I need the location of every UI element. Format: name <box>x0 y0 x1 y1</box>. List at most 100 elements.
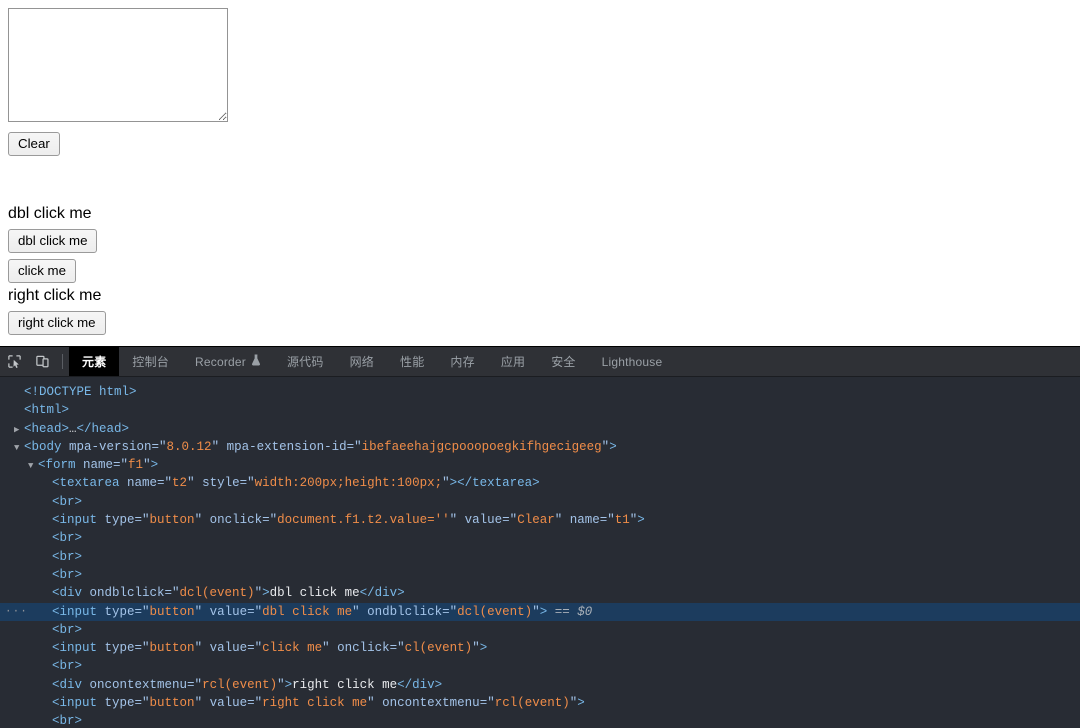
token-attr: value <box>202 696 248 711</box>
token-val: button <box>149 604 195 619</box>
dom-node-row[interactable]: ▶<br> <box>0 529 1080 547</box>
dom-node-content: ▼ <body mpa-version="8.0.12" mpa-extensio… <box>14 438 617 457</box>
clear-button[interactable]: Clear <box>8 132 60 156</box>
dom-node-row[interactable]: ▶<input type="button" value="right click… <box>0 694 1080 712</box>
token-tag: <head> <box>24 421 70 436</box>
node-badge-ellipsis[interactable]: ··· <box>5 605 28 619</box>
dom-node-row[interactable]: ▶<html> <box>0 401 1080 419</box>
token-val: dcl(event) <box>179 586 255 601</box>
chevron-down-icon[interactable]: ▼ <box>28 457 38 475</box>
token-val: ibefaeehajgcpooopoegkifhgecigeeg <box>361 439 602 454</box>
devtools-toolbar: 元素 控制台 Recorder 源代码 网络 性能 内存 应用 安全 Light… <box>0 347 1080 377</box>
token-punc: =" <box>502 513 518 528</box>
token-tag: <body <box>24 439 62 454</box>
dom-node-row[interactable]: ▶<br> <box>0 548 1080 566</box>
tab-memory[interactable]: 内存 <box>437 347 487 376</box>
token-tag: <form <box>38 458 76 473</box>
token-tag: <br> <box>52 659 83 674</box>
dom-node-row[interactable]: ▶<br> <box>0 566 1080 584</box>
token-punc: =" <box>247 641 263 656</box>
token-punc: =" <box>247 604 263 619</box>
dbl-click-me-button[interactable]: dbl click me <box>8 229 98 253</box>
dom-node-row[interactable]: ▶<!DOCTYPE html> <box>0 383 1080 401</box>
token-punc: =" <box>599 513 615 528</box>
dom-node-row[interactable]: ▶ <head>…</head> <box>0 420 1080 438</box>
tree-spacer: ▶ <box>42 585 52 603</box>
tab-recorder-label: Recorder <box>195 354 246 369</box>
dom-node-row[interactable]: ▶<br> <box>0 493 1080 511</box>
token-tag: <div <box>52 677 83 692</box>
dom-node-content: ▶<br> <box>42 529 82 548</box>
dom-node-row[interactable]: ▶<div ondblclick="dcl(event)">dbl click … <box>0 584 1080 602</box>
dom-tree[interactable]: ▶<!DOCTYPE html>▶<html>▶<head>…</head>▼<… <box>0 378 1080 728</box>
token-punc: =" <box>479 696 495 711</box>
token-tag: > <box>577 696 585 711</box>
token-punc: " <box>277 677 285 692</box>
tab-console[interactable]: 控制台 <box>119 347 182 376</box>
dom-node-row[interactable]: ▶<textarea name="t2" style="width:200px;… <box>0 474 1080 492</box>
dom-node-content: ▶<input type="button" value="click me" o… <box>42 639 487 658</box>
token-punc: =" <box>134 641 150 656</box>
token-val: document.f1.t2.value='' <box>277 513 450 528</box>
tab-performance[interactable]: 性能 <box>387 347 437 376</box>
tab-network[interactable]: 网络 <box>337 347 387 376</box>
dom-node-row[interactable]: ▼ <form name="f1"> <box>0 456 1080 474</box>
click-me-button[interactable]: click me <box>8 259 77 283</box>
token-tag: <input <box>52 513 98 528</box>
token-val: width:200px;height:100px; <box>254 476 443 491</box>
token-punc: =" <box>247 696 263 711</box>
token-val: Clear <box>517 513 555 528</box>
inspect-element-icon[interactable] <box>0 347 28 376</box>
token-punc: =" <box>389 641 405 656</box>
dom-node-row[interactable]: ▶<div oncontextmenu="rcl(event)">right c… <box>0 676 1080 694</box>
token-punc: =" <box>442 604 458 619</box>
token-punc: " <box>194 513 203 528</box>
tab-recorder[interactable]: Recorder <box>182 347 274 376</box>
token-attr: name <box>119 476 158 491</box>
token-attr: style <box>194 476 240 491</box>
tab-elements[interactable]: 元素 <box>69 347 120 376</box>
token-punc: =" <box>346 439 362 454</box>
token-tag: </div> <box>397 677 443 692</box>
token-tag: <html> <box>24 403 70 418</box>
dom-node-content: ▶<br> <box>42 493 82 512</box>
dom-node-content: ▶<!DOCTYPE html> <box>14 383 137 402</box>
dom-node-row[interactable]: ▶<br> <box>0 657 1080 675</box>
dom-node-row[interactable]: ▶<input type="button" onclick="document.… <box>0 511 1080 529</box>
token-tag: <br> <box>52 714 83 728</box>
token-punc: " <box>322 641 330 656</box>
token-attr: type <box>97 696 135 711</box>
dom-node-content: ▶<br> <box>42 657 82 676</box>
token-val: button <box>149 513 195 528</box>
right-click-me-text[interactable]: right click me <box>8 286 1072 305</box>
tab-sources[interactable]: 源代码 <box>274 347 337 376</box>
dom-node-content: ▼ <form name="f1"> <box>28 456 158 475</box>
tab-security[interactable]: 安全 <box>538 347 588 376</box>
token-dollr: $0 <box>577 604 593 619</box>
dom-node-row[interactable]: ▼ <body mpa-version="8.0.12" mpa-extensio… <box>0 438 1080 456</box>
message-textarea[interactable] <box>8 8 228 122</box>
right-click-me-button[interactable]: right click me <box>8 311 106 335</box>
dom-node-row[interactable]: ▶<br> <box>0 621 1080 639</box>
tab-application[interactable]: 应用 <box>488 347 538 376</box>
tree-spacer: ▶ <box>42 567 52 585</box>
chevron-right-icon[interactable]: ▶ <box>14 421 24 439</box>
dom-node-row[interactable]: ▶<input type="button" value="click me" o… <box>0 639 1080 657</box>
tree-spacer: ▶ <box>42 494 52 512</box>
dom-node-content: ▶<br> <box>42 712 82 728</box>
tree-spacer: ▶ <box>42 475 52 493</box>
token-punc: =" <box>134 513 150 528</box>
chevron-down-icon[interactable]: ▼ <box>14 439 24 457</box>
dom-node-row[interactable]: ▶<br> <box>0 712 1080 728</box>
tree-spacer: ▶ <box>14 384 24 402</box>
dom-node-row-selected[interactable]: ···▶<input type="button" value="dbl clic… <box>0 602 1080 621</box>
token-tag: <input <box>52 696 98 711</box>
tab-lighthouse[interactable]: Lighthouse <box>589 347 676 376</box>
dom-node-content: ▶ <head>…</head> <box>14 420 129 439</box>
device-toolbar-icon[interactable] <box>28 347 56 376</box>
token-attr: type <box>97 604 135 619</box>
dbl-click-me-text[interactable]: dbl click me <box>8 204 1072 223</box>
